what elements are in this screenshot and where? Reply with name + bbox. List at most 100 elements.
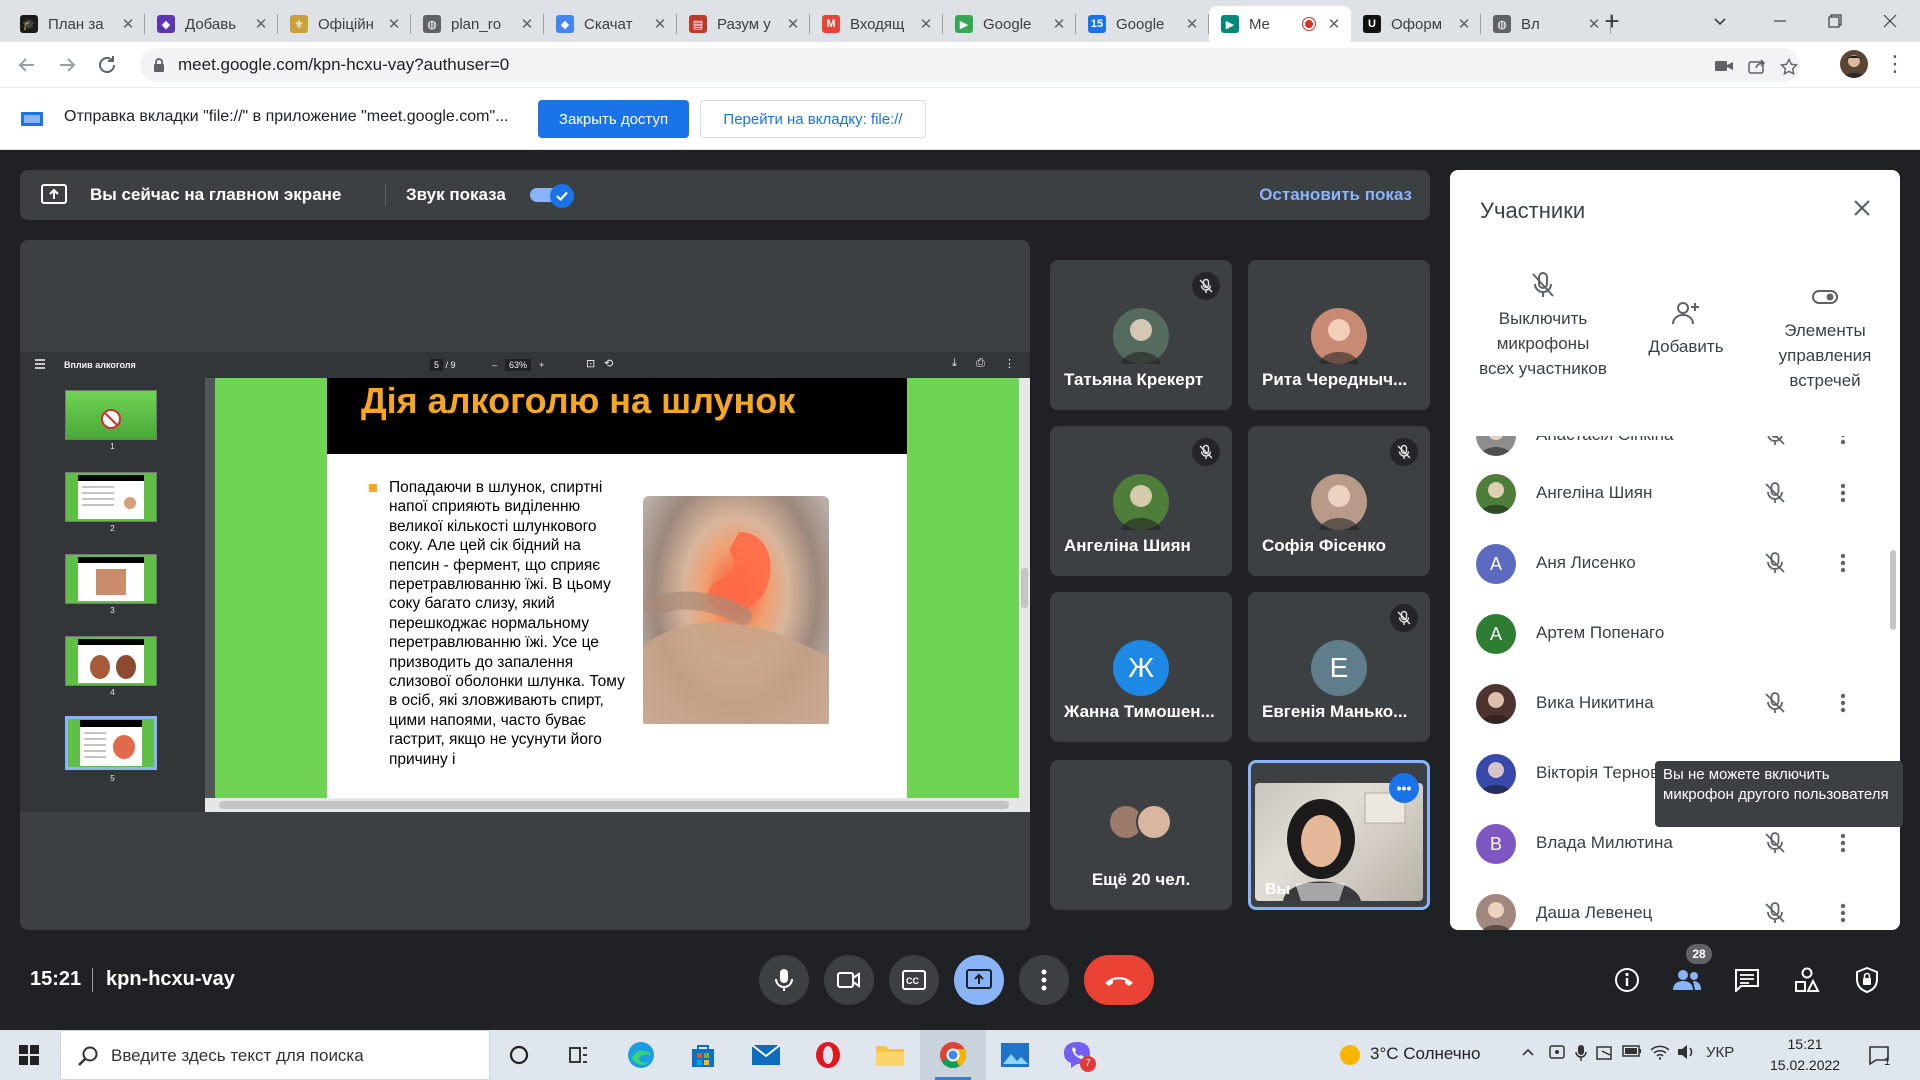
close-tab-icon[interactable]: ✕ xyxy=(518,15,536,33)
star-icon[interactable] xyxy=(1780,58,1798,76)
profile-avatar[interactable] xyxy=(1840,50,1868,78)
opera-app[interactable] xyxy=(811,1038,845,1072)
close-tab-icon[interactable]: ✕ xyxy=(1325,15,1343,33)
chat-button[interactable] xyxy=(1732,965,1762,995)
taskbar-clock[interactable]: 15:21 15.02.2022 xyxy=(1770,1034,1840,1076)
mail-app[interactable] xyxy=(749,1038,783,1072)
task-view-button[interactable] xyxy=(562,1038,596,1072)
close-tab-icon[interactable]: ✕ xyxy=(917,15,935,33)
captions-button[interactable]: CC xyxy=(889,955,939,1005)
close-tab-icon[interactable]: ✕ xyxy=(1050,15,1068,33)
browser-tab[interactable]: ◍ Вл ✕ xyxy=(1481,6,1611,42)
minimize-button[interactable] xyxy=(1750,0,1810,42)
pdf-page-input[interactable]: 5 xyxy=(430,359,444,371)
participant-mic-button[interactable] xyxy=(1762,550,1788,576)
forward-button[interactable] xyxy=(54,52,80,78)
battery-tray-icon[interactable] xyxy=(1622,1044,1642,1058)
activities-button[interactable] xyxy=(1792,965,1822,995)
store-app[interactable] xyxy=(686,1038,720,1072)
present-now-button[interactable] xyxy=(954,955,1004,1005)
self-options-button[interactable]: ••• xyxy=(1389,773,1419,803)
meeting-details-button[interactable] xyxy=(1612,965,1642,995)
meet-tray-icon[interactable] xyxy=(1548,1044,1566,1062)
vertical-scrollbar[interactable] xyxy=(1019,378,1030,798)
taskbar-search[interactable]: Введите здесь текст для поиска xyxy=(60,1030,490,1080)
maximize-button[interactable] xyxy=(1805,0,1865,42)
chrome-app[interactable] xyxy=(936,1038,970,1072)
download-icon[interactable]: ⤓ xyxy=(952,357,957,370)
close-tab-icon[interactable]: ✕ xyxy=(119,15,137,33)
host-controls-button[interactable] xyxy=(1852,965,1882,995)
language-indicator[interactable]: УКР xyxy=(1706,1044,1734,1061)
participant-tile[interactable]: Татьяна Крекерт xyxy=(1050,260,1232,410)
leave-call-button[interactable] xyxy=(1084,955,1154,1005)
print-icon[interactable]: ⎙ xyxy=(976,357,985,370)
mute-all-button[interactable]: Выключить микрофоны всех участников xyxy=(1478,270,1608,381)
browser-tab[interactable]: ◆ Добавь ✕ xyxy=(145,6,278,42)
participant-mic-button[interactable] xyxy=(1762,830,1788,856)
hamburger-menu-icon[interactable] xyxy=(34,358,46,370)
participant-mic-button[interactable] xyxy=(1762,690,1788,716)
stop-presenting-button[interactable]: Остановить показ xyxy=(1259,185,1412,205)
participant-mic-button[interactable] xyxy=(1762,900,1788,926)
participant-more-button[interactable] xyxy=(1830,550,1856,576)
participant-more-button[interactable] xyxy=(1830,480,1856,506)
pdf-thumbnail[interactable] xyxy=(65,554,157,604)
camera-button[interactable] xyxy=(824,955,874,1005)
zoom-in-icon[interactable]: + xyxy=(539,360,544,370)
close-tab-icon[interactable]: ✕ xyxy=(784,15,802,33)
reload-button[interactable] xyxy=(94,52,120,78)
participant-tile[interactable]: Софія Фісенко xyxy=(1248,426,1430,576)
tray-chevron-icon[interactable] xyxy=(1520,1044,1536,1060)
participant-row[interactable]: Вика Никитина xyxy=(1450,666,1900,736)
address-bar[interactable]: meet.google.com/kpn-hcxu-vay?authuser=0 xyxy=(140,48,1800,82)
photos-app[interactable] xyxy=(998,1038,1032,1072)
tab-search-button[interactable] xyxy=(1690,0,1750,42)
close-tab-icon[interactable]: ✕ xyxy=(252,15,270,33)
scroll-thumb[interactable] xyxy=(219,801,1009,809)
notifications-button[interactable]: 1 xyxy=(1862,1038,1896,1072)
participant-more-button[interactable] xyxy=(1830,436,1856,448)
add-people-button[interactable]: Добавить xyxy=(1626,298,1746,359)
share-audio-toggle[interactable] xyxy=(528,184,576,208)
self-tile[interactable]: ••• Вы xyxy=(1248,760,1430,910)
browser-menu-button[interactable]: ⋮ xyxy=(1884,50,1906,78)
viber-app[interactable]: 7 xyxy=(1060,1038,1096,1072)
participant-row[interactable]: А Аня Лисенко xyxy=(1450,526,1900,596)
participant-row[interactable]: Даша Левенец xyxy=(1450,876,1900,930)
participant-more-button[interactable] xyxy=(1830,830,1856,856)
close-panel-button[interactable] xyxy=(1850,196,1874,220)
mic-tray-icon[interactable] xyxy=(1574,1044,1588,1062)
participants-button[interactable] xyxy=(1672,965,1702,995)
browser-tab[interactable]: U Оформ ✕ xyxy=(1351,6,1481,42)
close-access-button[interactable]: Закрыть доступ xyxy=(538,100,689,138)
participant-more-button[interactable] xyxy=(1830,900,1856,926)
participant-tile[interactable]: Ж Жанна Тимошен... xyxy=(1050,592,1232,742)
close-tab-icon[interactable]: ✕ xyxy=(385,15,403,33)
cortana-button[interactable] xyxy=(502,1038,536,1072)
wifi-tray-icon[interactable] xyxy=(1650,1044,1670,1060)
browser-tab[interactable]: M Входящ ✕ xyxy=(810,6,943,42)
participant-row[interactable]: А Артем Попенаго xyxy=(1450,596,1900,666)
share-icon[interactable] xyxy=(1748,58,1768,74)
panel-scrollbar[interactable] xyxy=(1890,550,1896,630)
participant-tile[interactable]: Рита Чередныч... xyxy=(1248,260,1430,410)
participant-mic-button[interactable] xyxy=(1762,436,1788,448)
participant-mic-button[interactable] xyxy=(1762,480,1788,506)
scroll-thumb[interactable] xyxy=(1021,568,1028,608)
file-explorer-app[interactable] xyxy=(873,1038,907,1072)
camera-in-use-icon[interactable] xyxy=(1714,58,1734,74)
more-options-button[interactable] xyxy=(1019,955,1069,1005)
participant-more-button[interactable] xyxy=(1830,690,1856,716)
browser-tab[interactable]: ▶ Google ✕ xyxy=(943,6,1076,42)
fit-page-icon[interactable]: ⊡ xyxy=(586,357,595,370)
participant-tile[interactable]: Ангеліна Шиян xyxy=(1050,426,1232,576)
pdf-thumbnail[interactable] xyxy=(65,472,157,522)
browser-tab[interactable]: ◍ plan_ro ✕ xyxy=(411,6,544,42)
edge-app[interactable] xyxy=(624,1038,658,1072)
participant-tile[interactable]: Е Евгенія Манько... xyxy=(1248,592,1430,742)
close-tab-icon[interactable]: ✕ xyxy=(1455,15,1473,33)
browser-tab[interactable]: ▤ Разум у ✕ xyxy=(677,6,810,42)
goto-tab-button[interactable]: Перейти на вкладку: file:// xyxy=(700,100,926,138)
meeting-controls-button[interactable]: Элементы управления встречей xyxy=(1760,282,1890,393)
